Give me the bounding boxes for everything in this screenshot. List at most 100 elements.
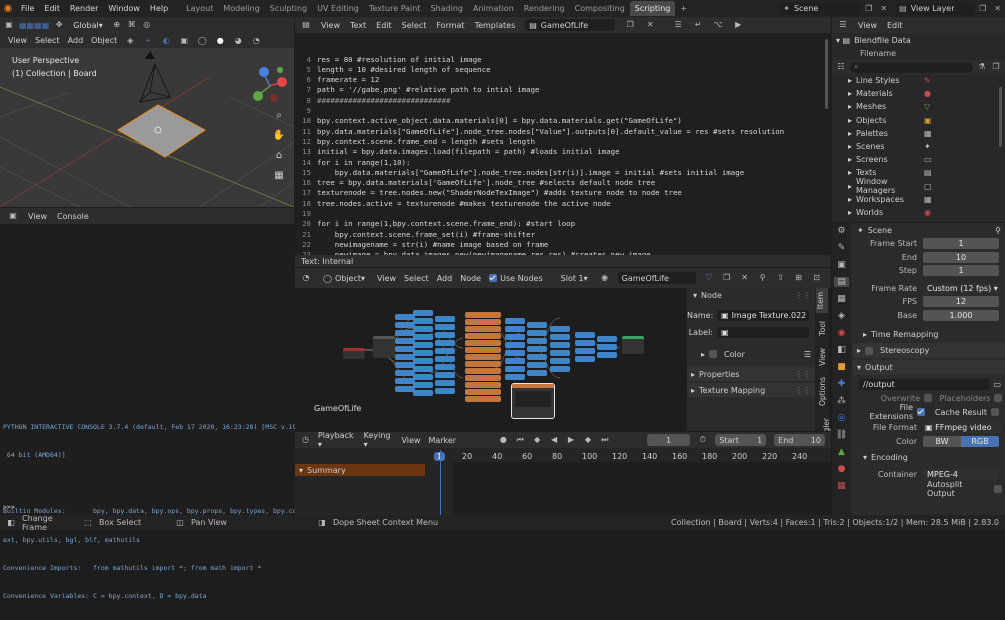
timeline-menu-view[interactable]: View (401, 436, 420, 445)
code-line[interactable]: 9 (295, 106, 831, 116)
output-path-field[interactable]: //output (859, 378, 991, 390)
menu-edit[interactable]: Edit (39, 4, 65, 13)
node-menu-view[interactable]: View (377, 274, 396, 283)
shader-node[interactable] (395, 338, 415, 344)
node-editor-type-icon[interactable]: ◔ (301, 273, 311, 283)
text-menu-view[interactable]: View (321, 21, 340, 30)
shader-node[interactable] (413, 334, 433, 340)
next-keyframe-icon[interactable]: ◆ (583, 435, 592, 445)
outliner-item[interactable]: ▸ Line Styles ✎ (832, 74, 1005, 87)
expand-arrow-icon[interactable]: ▸ (848, 89, 852, 98)
shader-node[interactable] (550, 334, 570, 340)
code-line[interactable]: 6 framerate = 12 (295, 75, 831, 85)
shader-node[interactable] (395, 370, 415, 376)
autosplit-checkbox[interactable] (994, 484, 1002, 493)
run-script-icon[interactable]: ▶ (733, 20, 743, 30)
expand-arrow-icon[interactable]: ▸ (848, 168, 852, 177)
outliner-menu-view[interactable]: View (858, 21, 877, 30)
physics-tab-icon[interactable]: ◎ (838, 413, 846, 423)
scene-new-icon[interactable]: ❐ (861, 4, 876, 13)
text-menu-text[interactable]: Text (350, 21, 366, 30)
shader-node[interactable] (597, 344, 617, 350)
material-tab-icon[interactable]: ● (838, 464, 846, 474)
tab-rendering[interactable]: Rendering (519, 1, 570, 16)
shader-node[interactable] (597, 352, 617, 358)
expand-arrow-icon[interactable]: ▸ (848, 142, 852, 151)
shader-node[interactable] (413, 358, 433, 364)
outliner-filter-icon[interactable]: ⚗ (977, 62, 987, 72)
shader-node[interactable] (527, 330, 547, 336)
expand-arrow-icon[interactable]: ▸ (848, 155, 852, 164)
outliner-item[interactable]: ▸ Palettes ▦ (832, 127, 1005, 140)
shader-node[interactable] (527, 346, 547, 352)
shader-node[interactable] (575, 340, 595, 346)
shader-node[interactable] (435, 388, 455, 394)
jump-start-icon[interactable]: ⏮ (516, 435, 525, 445)
shader-node[interactable] (575, 348, 595, 354)
base-field[interactable]: 1.000 (923, 309, 999, 321)
shader-node[interactable] (550, 366, 570, 372)
outliner-search-input[interactable]: ⌕ (850, 61, 973, 73)
object-tab-icon[interactable]: ■ (837, 362, 846, 372)
shader-node[interactable] (505, 334, 525, 340)
world-tab-icon[interactable]: ◉ (838, 328, 846, 338)
node-canvas[interactable]: GameOfLife (295, 288, 687, 431)
timeline-ruler[interactable]: 120406080100120140160180200220240 (430, 450, 831, 462)
code-line[interactable]: 13 initial = bpy.data.images.load(filepat… (295, 147, 831, 157)
shader-node[interactable] (435, 364, 455, 370)
code-line[interactable]: 5 length = 10 #desired length of sequence (295, 65, 831, 75)
code-line[interactable]: 20 for i in range(1,bpy.context.scene.fra… (295, 219, 831, 229)
node-input[interactable] (343, 348, 365, 359)
playhead[interactable] (440, 450, 441, 515)
text-close-icon[interactable]: ✕ (645, 20, 655, 30)
scene-tab-icon[interactable]: ◈ (838, 311, 845, 321)
outliner[interactable]: ☰ View Edit ▾ ▤ Blendfile Data Filename … (832, 17, 1005, 222)
expand-arrow-icon[interactable]: ▸ (848, 76, 852, 85)
shader-node[interactable] (395, 346, 415, 352)
text-menu-templates[interactable]: Templates (475, 21, 516, 30)
code-line[interactable]: 19 (295, 209, 831, 219)
tool-tab-icon[interactable]: ✎ (838, 243, 846, 253)
perspective-grid-icon[interactable]: ▦ (271, 170, 287, 181)
particles-tab-icon[interactable]: ⁂ (837, 396, 846, 406)
material-selector[interactable]: GameOfLife (617, 272, 696, 284)
play-reverse-icon[interactable]: ◀ (550, 435, 559, 445)
sidebar-tab-view[interactable]: View (818, 344, 827, 370)
node-menu-select[interactable]: Select (404, 274, 429, 283)
properties-editor-type-icon[interactable]: ⚙ (837, 226, 845, 236)
timeline-menu-keying[interactable]: Keying ▾ (364, 432, 394, 449)
shader-node[interactable] (465, 340, 501, 346)
record-icon[interactable]: ● (499, 435, 508, 445)
console-prompt[interactable]: >>> (3, 503, 15, 511)
shader-node[interactable] (395, 330, 415, 336)
navigation-gizmo[interactable] (250, 64, 290, 110)
tab-animation[interactable]: Animation (468, 1, 519, 16)
shader-node[interactable] (413, 310, 433, 316)
timeline[interactable]: ◷ Playback ▾ Keying ▾ View Marker ● ⏮ ◆ … (295, 432, 831, 515)
shader-node[interactable] (550, 326, 570, 332)
shader-node[interactable] (465, 319, 501, 325)
time-remapping-panel[interactable]: ▸ Time Remapping (853, 327, 1005, 341)
pan-hand-icon[interactable]: ✋ (271, 130, 287, 141)
shader-node[interactable] (505, 326, 525, 332)
data-tab-icon[interactable]: ▲ (838, 447, 845, 457)
tab-shading[interactable]: Shading (425, 1, 468, 16)
use-nodes-toggle[interactable]: Use Nodes (489, 274, 543, 283)
drag-handle-icon[interactable]: ⋮⋮ (795, 291, 815, 300)
properties-editor[interactable]: ⚙ ✎ ▣ ▤ ▦ ◈ ◉ ◧ ■ ✚ ⁂ ◎ ⛓ ▲ ● ▦ ✦ Scene … (832, 223, 1005, 515)
texture-mapping-row[interactable]: ▸ Texture Mapping ⋮⋮ (687, 383, 815, 397)
shader-node[interactable] (527, 354, 547, 360)
frame-step-field[interactable]: 1 (923, 265, 999, 277)
overwrite-checkbox[interactable] (924, 394, 932, 402)
shader-node[interactable] (395, 322, 415, 328)
texture-mapping-drag-icon[interactable]: ⋮⋮ (795, 386, 815, 395)
file-format-dropdown[interactable]: ▣ FFmpeg video (923, 422, 1001, 434)
view-layer-selector[interactable]: ▤ View Layer (895, 2, 976, 15)
outliner-item[interactable]: ▸ Window Managers ▢ (832, 177, 1005, 195)
material-delete-icon[interactable]: ✕ (740, 273, 750, 283)
cache-result-checkbox[interactable] (991, 408, 999, 416)
parent-tree-icon[interactable]: ⇧ (776, 273, 786, 283)
code-line[interactable]: 21 bpy.context.scene.frame_set(i) #frame… (295, 230, 831, 240)
shader-node[interactable] (465, 368, 501, 374)
sidebar-tab-node-wrangler[interactable]: Node Wrangler (813, 414, 831, 431)
